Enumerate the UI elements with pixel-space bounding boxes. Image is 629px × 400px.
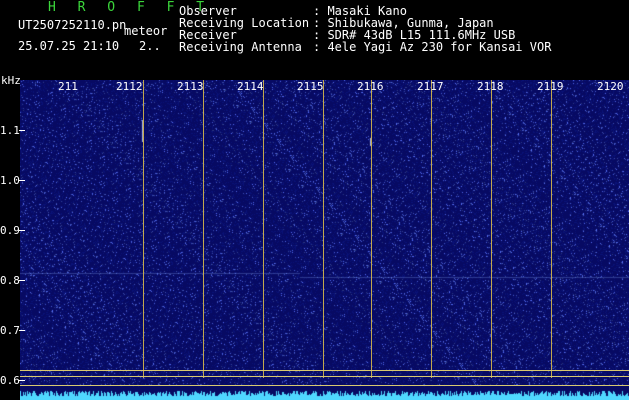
x-tick-label: 2116 <box>357 80 384 93</box>
y-tick-label: 0.9 <box>0 224 20 237</box>
time-gridline <box>491 80 492 378</box>
reference-line <box>20 376 629 377</box>
time-gridline <box>203 80 204 378</box>
time-gridline <box>263 80 264 378</box>
y-tick-label: 1.1 <box>0 124 20 137</box>
x-tick-label: 2117 <box>417 80 444 93</box>
y-tick-mark <box>19 330 25 331</box>
y-tick-mark <box>19 280 25 281</box>
x-tick-label: 2112 <box>116 80 143 93</box>
time-gridline <box>143 80 144 378</box>
antenna-label: Receiving Antenna <box>179 40 302 54</box>
x-tick-label: 2113 <box>177 80 204 93</box>
time-gridline <box>371 80 372 378</box>
file-name: UT2507252110.pn <box>18 18 127 32</box>
y-tick-label: 0.7 <box>0 324 20 337</box>
time-gridline <box>551 80 552 378</box>
y-tick-mark <box>19 130 25 131</box>
reference-line <box>20 370 629 371</box>
y-tick-label: 0.6 <box>0 374 20 387</box>
page-indicator: 2.. <box>139 39 161 53</box>
x-tick-label: 2118 <box>477 80 504 93</box>
date-time: 25.07.25 21:10 <box>18 39 120 53</box>
y-tick-label: 0.8 <box>0 274 20 287</box>
y-tick-mark <box>19 180 25 181</box>
time-gridline <box>323 80 324 378</box>
spectrogram-noise <box>20 80 629 400</box>
x-tick-label: 211 <box>58 80 78 93</box>
x-tick-label: 2119 <box>537 80 564 93</box>
y-tick-label: 1.0 <box>0 174 20 187</box>
spectrogram <box>19 80 629 400</box>
y-tick-mark <box>19 380 25 381</box>
x-tick-label: 2120 <box>597 80 624 93</box>
meteor-label: meteor <box>124 24 168 38</box>
antenna-value: : 4ele Yagi Az 230 for Kansai VOR <box>313 40 552 54</box>
axis-unit: kHz <box>1 74 21 87</box>
x-tick-label: 2115 <box>297 80 324 93</box>
reference-line <box>20 385 629 386</box>
x-tick-label: 2114 <box>237 80 264 93</box>
time-gridline <box>431 80 432 378</box>
y-tick-mark <box>19 230 25 231</box>
hroft-screen: H R O F F T UT2507252110.pn meteor 25.07… <box>0 0 629 400</box>
